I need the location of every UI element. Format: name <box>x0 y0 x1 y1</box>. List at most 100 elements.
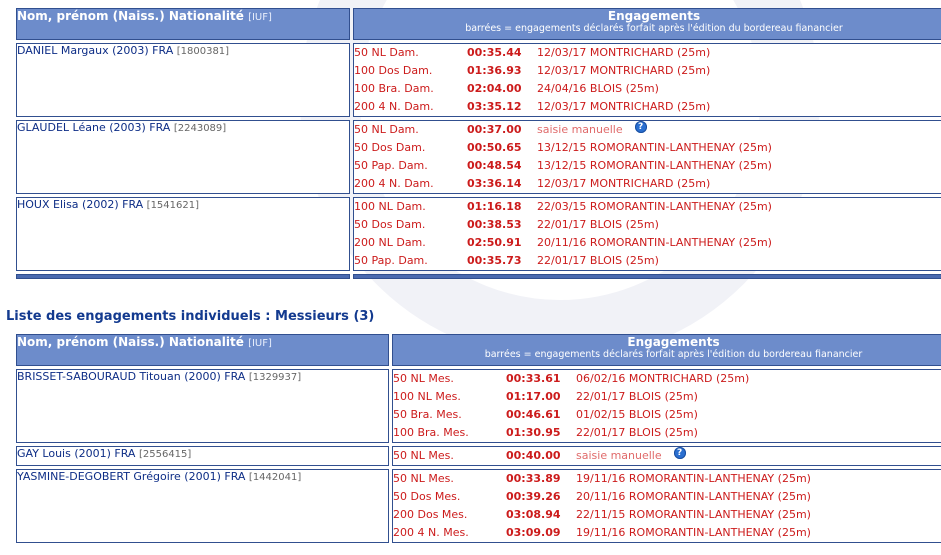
swimmer-iuf: [1541621] <box>146 200 200 211</box>
column-header-name: Nom, prénom (Naiss.) Nationalité [IUF] <box>16 334 389 366</box>
performance-info: 22/01/17 BLOIS (25m) <box>576 426 698 439</box>
entry-time: 03:08.94 <box>506 508 561 521</box>
engagements-cell: 50 NL Mes. 00:33.61 06/02/16 MONTRICHARD (… <box>392 369 941 443</box>
entry-time: 00:39.26 <box>506 490 561 503</box>
help-icon[interactable]: ? <box>673 447 686 459</box>
performance-info: 13/12/15 ROMORANTIN-LANTHENAY (25m) <box>537 159 772 172</box>
performance-info: 01/02/15 BLOIS (25m) <box>576 408 698 421</box>
swimmer-name: GAY Louis (2001) FRA <box>17 447 136 460</box>
entry-time: 00:40.00 <box>506 449 561 462</box>
table-footer-bar <box>16 274 941 279</box>
help-icon[interactable]: ? <box>634 121 647 133</box>
messieurs-rows: BRISSET-SABOURAUD Titouan (2000) FRA [13… <box>16 369 941 543</box>
section-title-messieurs: Liste des engagements individuels : Mess… <box>6 309 375 324</box>
entry-time: 00:46.61 <box>506 408 561 421</box>
event-name: 50 NL Mes. <box>393 449 454 462</box>
entry-time: 03:09.09 <box>506 526 561 539</box>
engagement-entry: 50 Dos Dam. 00:50.65 13/12/15 ROMORANTIN-L… <box>354 139 941 157</box>
swimmer-cell: GLAUDEL Léane (2003) FRA [2243089] <box>16 120 350 194</box>
swimmer-row: YASMINE-DEGOBERT Grégoire (2001) FRA [14… <box>16 469 941 543</box>
engagement-entry: 200 4 N. Mes. 03:09.09 19/11/16 ROMORANTIN… <box>393 524 941 542</box>
swimmer-iuf: [2556415] <box>138 449 192 460</box>
performance-info: 24/04/16 BLOIS (25m) <box>537 82 659 95</box>
engagement-entry: 50 Pap. Dam. 00:48.54 13/12/15 ROMORANTIN-… <box>354 157 941 175</box>
column-header-engagements-note: barrées = engagements déclarés forfait a… <box>484 349 863 360</box>
column-header-engagements-title: Engagements <box>607 9 701 23</box>
engagement-entry: 50 Bra. Mes. 00:46.61 01/02/15 BLOIS (25m) <box>393 406 941 424</box>
swimmer-row: BRISSET-SABOURAUD Titouan (2000) FRA [13… <box>16 369 941 443</box>
performance-info: 22/01/17 BLOIS (25m) <box>537 254 659 267</box>
engagement-entry: 100 NL Dam. 01:16.18 22/03/15 ROMORANTIN-L… <box>354 198 941 216</box>
entry-time: 00:38.53 <box>467 218 522 231</box>
swimmer-name: HOUX Elisa (2002) FRA <box>17 198 144 211</box>
engagements-table-messieurs: Nom, prénom (Naiss.) Nationalité [IUF] E… <box>13 331 941 546</box>
engagement-entry: 50 NL Mes. 00:33.89 19/11/16 ROMORANTIN-LA… <box>393 470 941 488</box>
event-name: 50 Dos Dam. <box>354 141 426 154</box>
footer-bar-cell <box>16 274 350 279</box>
swimmer-iuf: [1329937] <box>248 372 302 383</box>
entry-time: 00:37.00 <box>467 123 522 136</box>
performance-info: 20/11/16 ROMORANTIN-LANTHENAY (25m) <box>537 236 772 249</box>
entry-time: 00:33.61 <box>506 372 561 385</box>
entry-time: 02:04.00 <box>467 82 522 95</box>
engagement-entry: 50 NL Dam. 00:35.44 12/03/17 MONTRICHARD (… <box>354 44 941 62</box>
engagement-entry: 100 NL Mes. 01:17.00 22/01/17 BLOIS (25m) <box>393 388 941 406</box>
swimmer-cell: GAY Louis (2001) FRA [2556415] <box>16 446 389 466</box>
engagement-entry: 200 4 N. Dam. 03:36.14 12/03/17 MONTRICHAR… <box>354 175 941 193</box>
swimmer-iuf: [2243089] <box>173 123 227 134</box>
entry-time: 03:35.12 <box>467 100 522 113</box>
swimmer-row: GLAUDEL Léane (2003) FRA [2243089] 50 NL … <box>16 120 941 194</box>
swimmer-cell: HOUX Elisa (2002) FRA [1541621] <box>16 197 350 271</box>
footer-bar-cell <box>353 274 941 279</box>
performance-info: 12/03/17 MONTRICHARD (25m) <box>537 64 711 77</box>
column-header-engagements-title: Engagements <box>627 335 720 349</box>
event-name: 50 NL Mes. <box>393 372 454 385</box>
performance-info: 20/11/16 ROMORANTIN-LANTHENAY (25m) <box>576 490 811 503</box>
manual-entry-label: saisie manuelle <box>537 123 623 136</box>
entry-time: 01:16.18 <box>467 200 522 213</box>
entry-time: 00:48.54 <box>467 159 522 172</box>
column-header-name-label: Nom, prénom (Naiss.) Nationalité <box>17 335 244 349</box>
engagement-entry: 100 Dos Dam. 01:36.93 12/03/17 MONTRICHARD… <box>354 62 941 80</box>
event-name: 50 Pap. Dam. <box>354 254 428 267</box>
entry-time: 01:17.00 <box>506 390 561 403</box>
performance-info: 22/03/15 ROMORANTIN-LANTHENAY (25m) <box>537 200 772 213</box>
engagement-entry: 50 NL Mes. 00:33.61 06/02/16 MONTRICHARD (… <box>393 370 941 388</box>
engagement-entry: 100 Bra. Mes. 01:30.95 22/01/17 BLOIS (25m… <box>393 424 941 442</box>
swimmer-name: DANIEL Margaux (2003) FRA <box>17 44 174 57</box>
performance-info: 13/12/15 ROMORANTIN-LANTHENAY (25m) <box>537 141 772 154</box>
engagement-entry: 50 NL Mes. 00:40.00 saisie manuelle? <box>393 447 941 465</box>
engagement-entry: 200 4 N. Dam. 03:35.12 12/03/17 MONTRICHAR… <box>354 98 941 116</box>
event-name: 50 Bra. Mes. <box>393 408 462 421</box>
event-name: 50 NL Dam. <box>354 46 419 59</box>
event-name: 200 4 N. Dam. <box>354 100 434 113</box>
event-name: 50 NL Dam. <box>354 123 419 136</box>
entry-time: 00:50.65 <box>467 141 522 154</box>
engagements-cell: 50 NL Dam. 00:37.00 saisie manuelle? 50 Dos… <box>353 120 941 194</box>
swimmer-cell: YASMINE-DEGOBERT Grégoire (2001) FRA [14… <box>16 469 389 543</box>
entry-time: 00:35.73 <box>467 254 522 267</box>
entry-time: 01:36.93 <box>467 64 522 77</box>
engagement-entry: 50 Dos Dam. 00:38.53 22/01/17 BLOIS (25m) <box>354 216 941 234</box>
event-name: 100 Bra. Mes. <box>393 426 469 439</box>
performance-info: 19/11/16 ROMORANTIN-LANTHENAY (25m) <box>576 526 811 539</box>
swimmer-row: HOUX Elisa (2002) FRA [1541621] 100 NL Da… <box>16 197 941 271</box>
dames-rows: DANIEL Margaux (2003) FRA [1800381] 50 NL… <box>16 43 941 279</box>
swimmer-name: GLAUDEL Léane (2003) FRA <box>17 121 171 134</box>
engagement-entry: 200 NL Dam. 02:50.91 20/11/16 ROMORANTIN-L… <box>354 234 941 252</box>
engagement-entry: 50 Pap. Dam. 00:35.73 22/01/17 BLOIS (25m) <box>354 252 941 270</box>
performance-info: 22/01/17 BLOIS (25m) <box>576 390 698 403</box>
engagement-entry: 100 Bra. Dam. 02:04.00 24/04/16 BLOIS (25m… <box>354 80 941 98</box>
engagement-entry: 50 NL Dam. 00:37.00 saisie manuelle? <box>354 121 941 139</box>
event-name: 200 Dos Mes. <box>393 508 468 521</box>
performance-info: 19/11/16 ROMORANTIN-LANTHENAY (25m) <box>576 472 811 485</box>
event-name: 200 4 N. Mes. <box>393 526 469 539</box>
engagements-table-dames: Nom, prénom (Naiss.) Nationalité [IUF] E… <box>13 5 941 282</box>
entry-time: 00:33.89 <box>506 472 561 485</box>
engagements-cell: 50 NL Mes. 00:40.00 saisie manuelle? <box>392 446 941 466</box>
swimmer-cell: BRISSET-SABOURAUD Titouan (2000) FRA [13… <box>16 369 389 443</box>
performance-info: 12/03/17 MONTRICHARD (25m) <box>537 177 711 190</box>
swimmer-name: YASMINE-DEGOBERT Grégoire (2001) FRA <box>17 470 246 483</box>
engagements-cell: 50 NL Mes. 00:33.89 19/11/16 ROMORANTIN-LA… <box>392 469 941 543</box>
entry-time: 00:35.44 <box>467 46 522 59</box>
